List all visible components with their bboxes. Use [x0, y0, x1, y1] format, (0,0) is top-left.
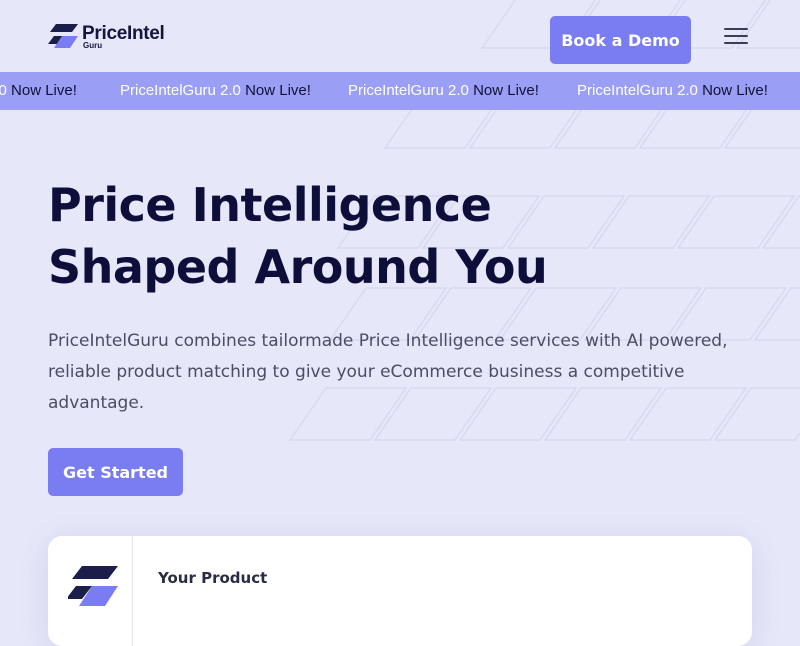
hero-title-line-2: Shaped Around You	[48, 240, 548, 294]
hamburger-menu-icon[interactable]	[722, 24, 750, 48]
hero-title: Price Intelligence Shaped Around You	[48, 174, 668, 298]
announcement-ticker: 2.0 Now Live! PriceIntelGuru 2.0 Now Liv…	[0, 72, 800, 110]
brand-logo[interactable]: PriceIntel Guru	[48, 24, 165, 50]
ticker-item: PriceIntelGuru 2.0 Now Live!	[120, 82, 311, 99]
product-card: Your Product	[48, 536, 752, 646]
get-started-button[interactable]: Get Started	[48, 448, 183, 496]
hero-description: PriceIntelGuru combines tailormade Price…	[48, 331, 728, 413]
ticker-item: PriceIntelGuru 2.0 Now Live!	[577, 82, 768, 99]
card-label: Your Product	[158, 569, 268, 587]
book-demo-button[interactable]: Book a Demo	[550, 16, 691, 64]
ticker-item: PriceIntelGuru 2.0 Now Live!	[348, 82, 539, 99]
card-divider	[132, 536, 133, 646]
logo-icon	[48, 24, 78, 48]
ticker-item: 2.0 Now Live!	[0, 82, 77, 99]
hero-title-line-1: Price Intelligence	[48, 178, 492, 232]
site-header: PriceIntel Guru Book a Demo	[0, 0, 800, 72]
logo-icon	[68, 566, 118, 606]
